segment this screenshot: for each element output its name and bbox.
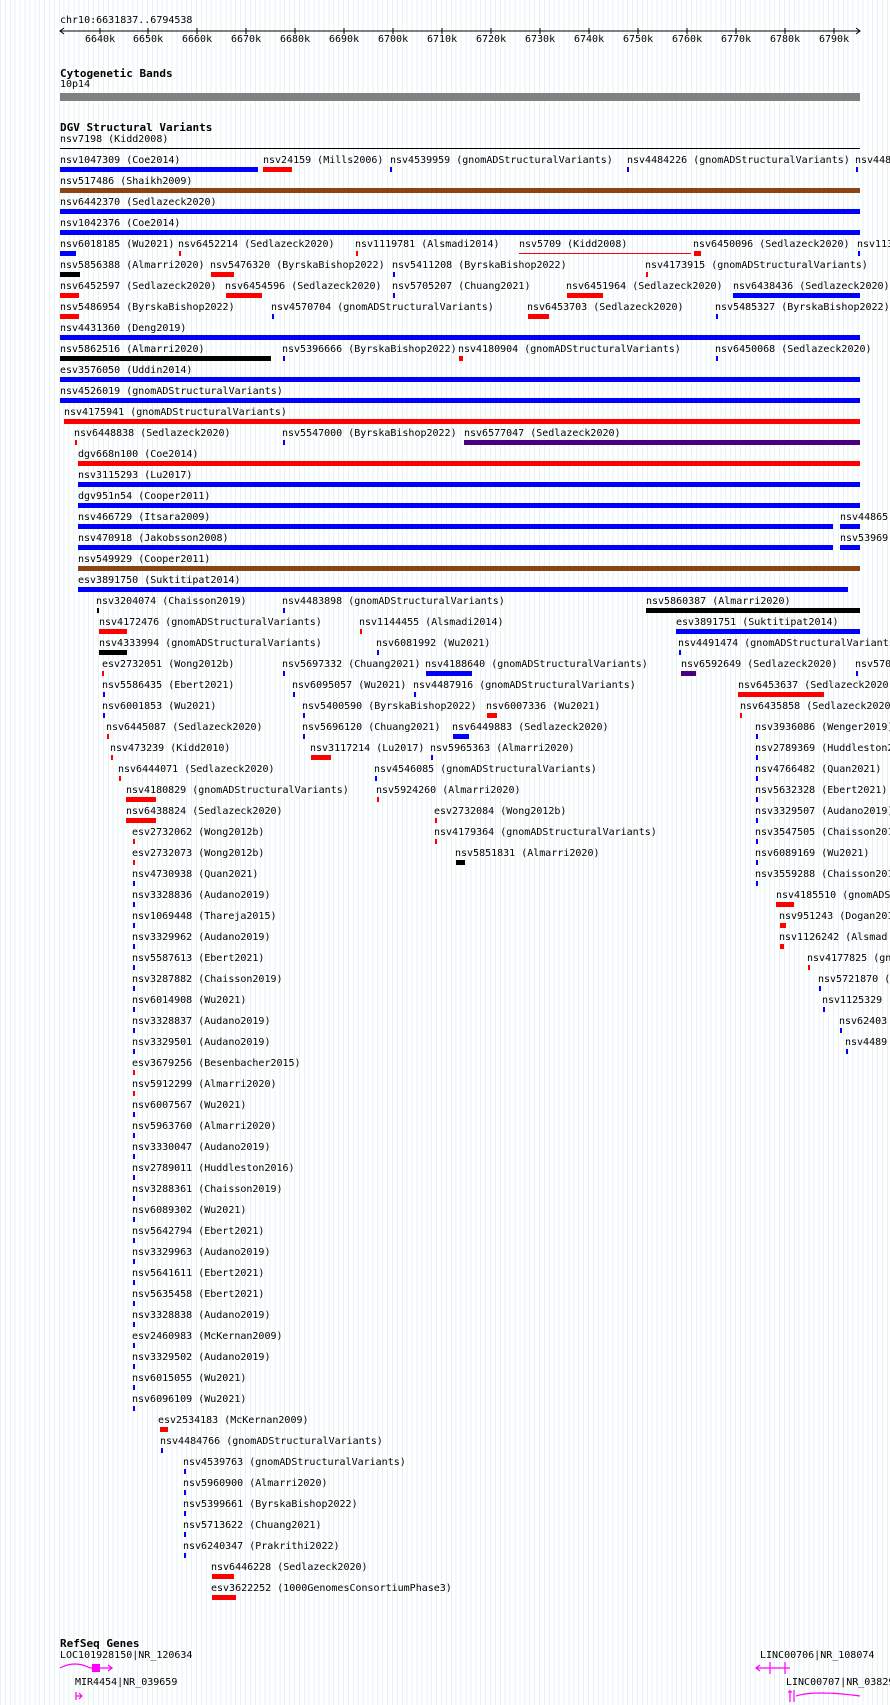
refseq-exon-glyph[interactable] — [92, 1664, 100, 1672]
refseq-gene-glyph[interactable] — [100, 1664, 113, 1672]
genome-browser-panel: chr10:6631837..6794538 6640k 6650k 6660k 66… — [0, 0, 890, 1705]
refseq-gene-glyph[interactable] — [755, 1662, 790, 1674]
refseq-gene-glyph[interactable] — [75, 1692, 83, 1700]
refseq-gene-glyphs — [59, 1662, 861, 1702]
refseq-gene-glyph[interactable] — [59, 1663, 92, 1669]
refseq-gene-glyph[interactable] — [788, 1690, 861, 1702]
